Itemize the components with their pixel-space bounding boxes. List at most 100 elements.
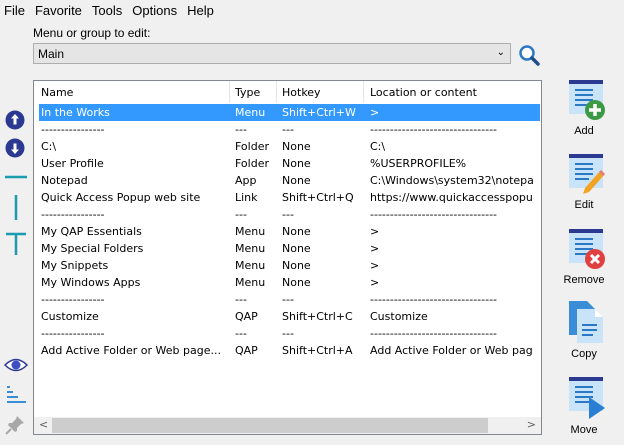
cell-type: Menu — [235, 225, 266, 238]
cell-location: > — [370, 259, 380, 272]
move-label: Move — [570, 424, 598, 436]
remove-button[interactable]: Remove — [560, 229, 608, 286]
cell-hotkey: --- — [282, 208, 294, 221]
cell-type: Menu — [235, 242, 266, 255]
cell-location: > — [370, 242, 380, 255]
list-item[interactable]: My QAP Essentials Menu None > — [34, 223, 541, 240]
cell-location: https://www.quickaccesspopu — [370, 191, 533, 204]
search-icon[interactable] — [518, 44, 540, 69]
cell-name: ---------------- — [41, 293, 105, 306]
sort-icon[interactable] — [4, 384, 28, 409]
scroll-left-icon[interactable]: < — [39, 418, 48, 431]
cell-hotkey: None — [282, 225, 311, 238]
cell-name: C:\ — [41, 140, 57, 153]
cell-hotkey: None — [282, 174, 311, 187]
cell-type: --- — [235, 208, 247, 221]
cell-hotkey: None — [282, 276, 311, 289]
cell-location: Customize — [370, 310, 428, 323]
cell-location: Add Active Folder or Web pag — [370, 344, 533, 357]
menu-select[interactable]: Main ⌄ — [33, 43, 511, 64]
list-item[interactable]: ---------------- --- --- ------------------… — [34, 325, 541, 342]
cell-name: User Profile — [41, 157, 104, 170]
cell-hotkey: None — [282, 242, 311, 255]
menu-bar: File Favorite Tools Options Help — [0, 0, 624, 21]
column-header-location[interactable]: Location or content — [370, 86, 477, 99]
list-item[interactable]: My Windows Apps Menu None > — [34, 274, 541, 291]
list-item[interactable]: Customize QAP Shift+Ctrl+C Customize — [34, 308, 541, 325]
menu-select-label: Menu or group to edit: — [33, 26, 151, 40]
move-down-icon[interactable] — [4, 137, 26, 162]
cell-type: App — [235, 174, 257, 187]
horizontal-scrollbar[interactable]: < > — [34, 417, 541, 434]
cell-hotkey: Shift+Ctrl+Q — [282, 191, 354, 204]
scroll-right-icon[interactable]: > — [527, 418, 536, 431]
cell-name: Quick Access Popup web site — [41, 191, 201, 204]
column-header-name[interactable]: Name — [41, 86, 73, 99]
list-item[interactable]: User Profile Folder None %USERPROFILE% — [34, 155, 541, 172]
move-up-icon[interactable] — [4, 109, 26, 134]
copy-button[interactable]: Copy — [560, 301, 608, 360]
cell-location: -------------------------------- — [370, 293, 498, 306]
column-header-type[interactable]: Type — [235, 86, 260, 99]
add-text-icon[interactable] — [4, 232, 28, 259]
cell-hotkey: Shift+Ctrl+A — [282, 344, 353, 357]
cell-location: > — [370, 225, 380, 238]
menu-options[interactable]: Options — [128, 0, 183, 21]
cell-hotkey: --- — [282, 123, 294, 136]
move-button[interactable]: Move — [560, 377, 608, 436]
cell-location: -------------------------------- — [370, 208, 498, 221]
edit-label: Edit — [574, 199, 594, 211]
cell-type: Link — [235, 191, 258, 204]
menu-select-value: Main — [38, 47, 65, 61]
column-header-hotkey[interactable]: Hotkey — [282, 86, 321, 99]
menu-help[interactable]: Help — [183, 0, 220, 21]
list-item[interactable]: ---------------- --- --- ------------------… — [34, 291, 541, 308]
cell-location: %USERPROFILE% — [370, 157, 467, 170]
cell-name: ---------------- — [41, 208, 105, 221]
list-item[interactable]: ---------------- --- --- ------------------… — [34, 206, 541, 223]
copy-label: Copy — [571, 348, 597, 360]
menu-file[interactable]: File — [0, 0, 31, 21]
pin-icon[interactable] — [4, 414, 26, 439]
cell-name: Add Active Folder or Web page... — [41, 344, 221, 357]
cell-location: C:\Windows\system32\notepa — [370, 174, 534, 187]
menu-favorite[interactable]: Favorite — [31, 0, 88, 21]
move-icon — [569, 377, 605, 419]
cell-hotkey: --- — [282, 327, 294, 340]
scroll-thumb[interactable] — [52, 418, 488, 433]
list-item[interactable]: My Special Folders Menu None > — [34, 240, 541, 257]
list-item[interactable]: Notepad App None C:\Windows\system32\notepa — [34, 172, 541, 189]
cell-type: Menu — [235, 259, 266, 272]
edit-button[interactable]: Edit — [560, 154, 608, 211]
list-item[interactable]: Add Active Folder or Web page... QAP Shift… — [34, 342, 541, 359]
cell-type: --- — [235, 123, 247, 136]
cell-hotkey: None — [282, 140, 311, 153]
cell-type: QAP — [235, 310, 258, 323]
list-item[interactable]: C:\ Folder None C:\ — [34, 138, 541, 155]
cell-type: QAP — [235, 344, 258, 357]
cell-name: My Snippets — [41, 259, 109, 272]
list-item[interactable]: My Snippets Menu None > — [34, 257, 541, 274]
list-item[interactable]: ---------------- --- --- ------------------… — [34, 121, 541, 138]
cell-hotkey: None — [282, 259, 311, 272]
add-separator-icon[interactable] — [4, 172, 28, 185]
favorites-list[interactable]: Name Type Hotkey Location or content In … — [33, 80, 542, 435]
eye-icon[interactable] — [3, 356, 29, 377]
cell-type: --- — [235, 327, 247, 340]
cell-location: -------------------------------- — [370, 123, 498, 136]
add-column-break-icon[interactable] — [4, 194, 28, 225]
menu-tools[interactable]: Tools — [88, 0, 128, 21]
cell-location: > — [370, 106, 380, 119]
list-item[interactable]: Quick Access Popup web site Link Shift+Ctr… — [34, 189, 541, 206]
cell-name: ---------------- — [41, 327, 105, 340]
cell-name: Customize — [41, 310, 99, 323]
cell-name: My Windows Apps — [41, 276, 141, 289]
cell-type: Folder — [235, 140, 269, 153]
list-item[interactable]: In the Works Menu Shift+Ctrl+W > — [39, 104, 540, 121]
copy-icon — [569, 301, 603, 343]
add-button[interactable]: Add — [560, 80, 608, 137]
cell-hotkey: Shift+Ctrl+C — [282, 310, 353, 323]
cell-name: Notepad — [41, 174, 88, 187]
cell-type: Menu — [235, 106, 266, 119]
cell-hotkey: Shift+Ctrl+W — [282, 106, 356, 119]
